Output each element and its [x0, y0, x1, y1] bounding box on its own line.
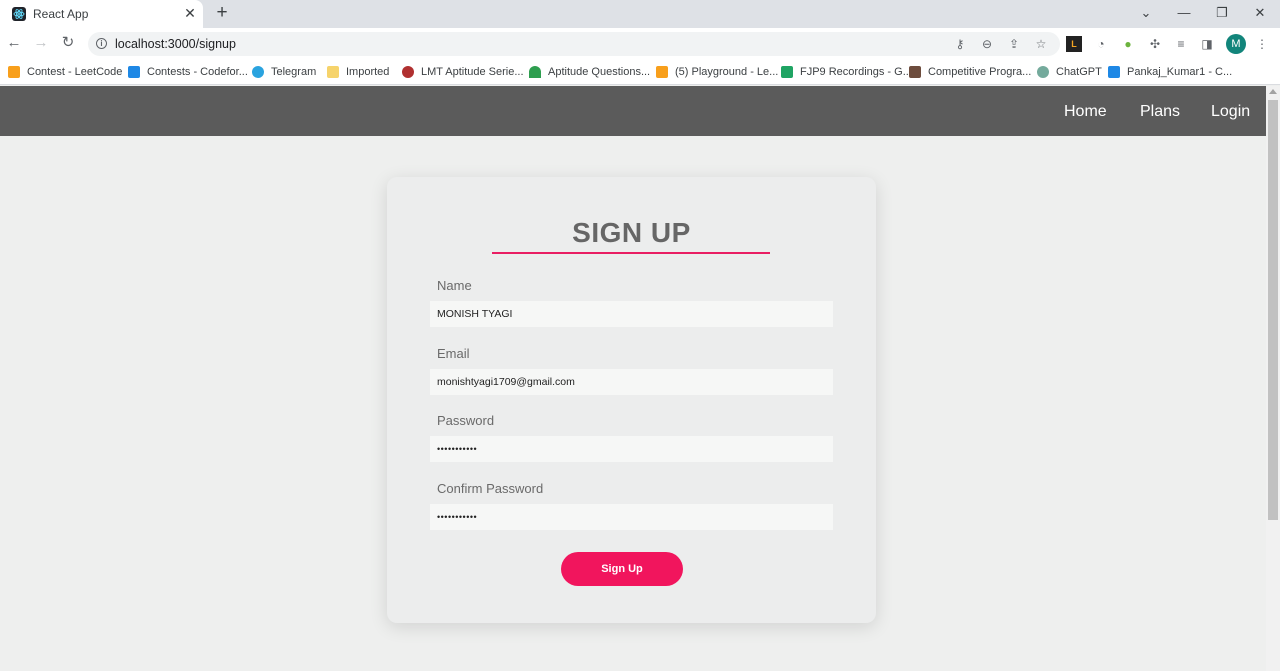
forward-icon[interactable]: →: [32, 34, 50, 52]
bookmark-item[interactable]: ChatGPT: [1037, 64, 1102, 80]
extension-icon[interactable]: L: [1066, 36, 1082, 52]
bookmark-item[interactable]: Pankaj_Kumar1 - C...: [1108, 64, 1232, 80]
puzzle-icon[interactable]: ✣: [1147, 36, 1163, 52]
bookmarks-bar: Contest - LeetCode Contests - Codefor...…: [0, 60, 1280, 85]
bookmark-item[interactable]: Contests - Codefor...: [128, 64, 248, 80]
leetcode-icon: [656, 66, 668, 78]
telegram-icon: [252, 66, 264, 78]
confirm-password-label: Confirm Password: [437, 481, 544, 496]
umbrella-icon: [529, 66, 541, 78]
reading-list-icon[interactable]: ≡: [1173, 36, 1189, 52]
leetcode-icon: [8, 66, 20, 78]
nav-plans-link[interactable]: Plans: [1140, 103, 1180, 121]
bookmark-item[interactable]: (5) Playground - Le...: [656, 64, 778, 80]
address-bar[interactable]: i localhost:3000/signup ⚷ ⊖ ⇪ ☆: [88, 32, 1060, 56]
side-panel-icon[interactable]: ◨: [1199, 36, 1215, 52]
bookmark-item[interactable]: Telegram: [252, 64, 316, 80]
page-scrollbar[interactable]: [1266, 86, 1280, 671]
bookmark-item[interactable]: LMT Aptitude Serie...: [402, 64, 524, 80]
codeforces-icon: [128, 66, 140, 78]
codeforces-icon: [1108, 66, 1120, 78]
cc-icon: [909, 66, 921, 78]
folder-icon: [327, 66, 339, 78]
new-tab-icon[interactable]: +: [213, 3, 231, 23]
lmt-icon: [402, 66, 414, 78]
browser-tab[interactable]: React App ✕: [0, 0, 203, 28]
tab-title: React App: [33, 7, 89, 21]
site-navbar: Home Plans Login: [0, 86, 1266, 136]
bookmark-star-icon[interactable]: ☆: [1033, 37, 1049, 51]
email-input[interactable]: [430, 369, 833, 395]
sign-up-button[interactable]: Sign Up: [561, 552, 683, 586]
restore-icon[interactable]: ❐: [1212, 4, 1232, 22]
minimize-icon[interactable]: —: [1174, 4, 1194, 22]
zoom-icon[interactable]: ⊖: [979, 37, 995, 51]
close-tab-icon[interactable]: ✕: [183, 5, 197, 21]
tab-strip: React App ✕ + ⌄ — ❐ ✕: [0, 0, 1280, 28]
password-input[interactable]: [430, 436, 833, 462]
name-input[interactable]: [430, 301, 833, 327]
heading-underline: [492, 252, 770, 254]
scroll-up-icon[interactable]: [1269, 89, 1277, 94]
plus-extension-icon[interactable]: ●: [1120, 36, 1136, 52]
reload-icon[interactable]: ↻: [59, 34, 77, 52]
signup-card: SIGN UP Name Email Password Confirm Pass…: [387, 177, 876, 623]
email-label: Email: [437, 346, 470, 361]
profile-avatar[interactable]: M: [1226, 34, 1246, 54]
bookmark-item[interactable]: Aptitude Questions...: [529, 64, 650, 80]
close-window-icon[interactable]: ✕: [1250, 4, 1270, 22]
share-icon[interactable]: ⇪: [1006, 37, 1022, 51]
react-icon: [12, 7, 26, 21]
bookmark-item[interactable]: Imported: [327, 64, 389, 80]
chatgpt-icon: [1037, 66, 1049, 78]
sheets-icon: [781, 66, 793, 78]
nav-home-link[interactable]: Home: [1064, 103, 1107, 121]
name-label: Name: [437, 278, 472, 293]
key-icon[interactable]: ⚷: [952, 37, 968, 51]
signup-heading: SIGN UP: [572, 217, 691, 248]
menu-icon[interactable]: ⋮: [1254, 36, 1270, 52]
url-text: localhost:3000/signup: [115, 37, 236, 51]
bookmark-item[interactable]: Competitive Progra...: [909, 64, 1031, 80]
nav-login-link[interactable]: Login: [1211, 103, 1250, 121]
bookmark-item[interactable]: Contest - LeetCode: [8, 64, 122, 80]
bookmark-item[interactable]: FJP9 Recordings - G...: [781, 64, 912, 80]
browser-toolbar: ← → ↻ i localhost:3000/signup ⚷ ⊖ ⇪ ☆: [0, 28, 1280, 60]
confirm-password-input[interactable]: [430, 504, 833, 530]
scrollbar-thumb[interactable]: [1268, 100, 1278, 520]
timer-extension-icon[interactable]: ◔: [1093, 36, 1109, 52]
site-info-icon[interactable]: i: [96, 38, 107, 49]
password-label: Password: [437, 413, 495, 428]
back-icon[interactable]: ←: [5, 34, 23, 52]
tab-search-icon[interactable]: ⌄: [1136, 4, 1156, 22]
